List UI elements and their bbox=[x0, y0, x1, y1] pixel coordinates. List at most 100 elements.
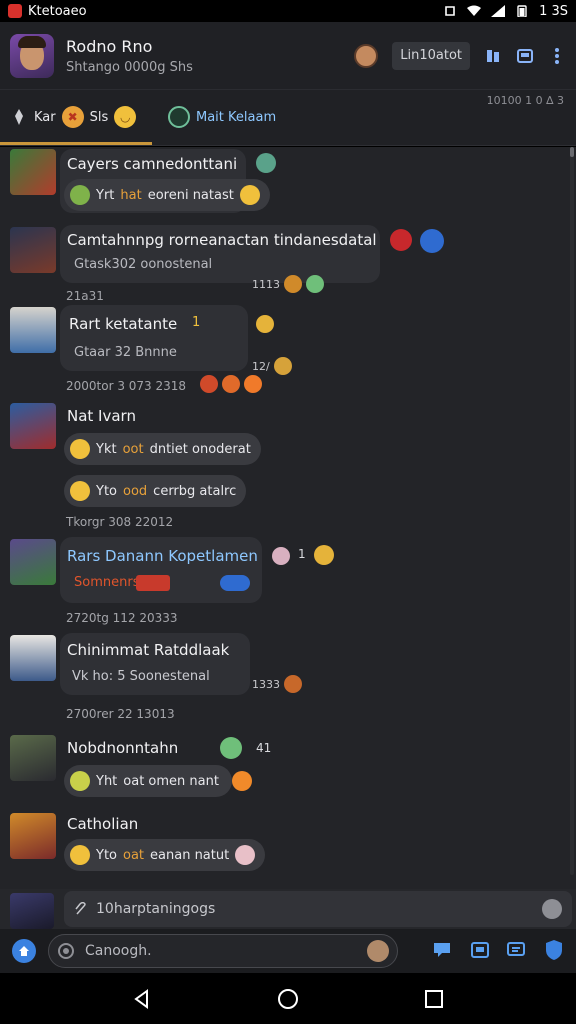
status-bar: Ktetoaeo 1 3S bbox=[0, 0, 576, 22]
battery-icon bbox=[517, 5, 527, 17]
message-input[interactable]: 10harptaningogs bbox=[64, 891, 572, 927]
timestamp-reactions[interactable] bbox=[200, 375, 262, 393]
message-text: Gtask302 oonostenal bbox=[74, 257, 213, 272]
reaction-emoji-icon bbox=[284, 275, 302, 293]
recents-icon[interactable] bbox=[422, 987, 446, 1011]
status-right: 1 3S bbox=[443, 4, 568, 19]
sender-name: Chinimmat Ratddlaak bbox=[67, 641, 230, 659]
reaction-emoji-icon bbox=[273, 357, 292, 375]
message-list[interactable]: Cayers camnedonttani Yrt hat eoreni nata… bbox=[0, 147, 576, 889]
face-emoji-icon bbox=[70, 771, 90, 791]
more-icon[interactable] bbox=[548, 47, 566, 65]
message-text-accent: oot bbox=[122, 441, 144, 457]
pin-icon bbox=[15, 109, 23, 125]
scrollbar-thumb[interactable] bbox=[570, 147, 574, 157]
attach-icon[interactable] bbox=[74, 902, 88, 916]
message-text: Gtaar 32 Bnnne bbox=[74, 345, 177, 360]
smile-emoji-icon bbox=[70, 845, 90, 865]
status-time: 1 3S bbox=[539, 3, 568, 19]
red-badge-icon bbox=[390, 229, 412, 251]
message-text-pill: Yto ood cerrbg atalrc bbox=[64, 475, 247, 507]
chat-header: Rodno Rno Shtango 0000g Shs Lin10atot bbox=[0, 22, 576, 90]
group-avatar[interactable] bbox=[10, 33, 54, 78]
reactions[interactable]: 1113 bbox=[252, 275, 324, 293]
tab-secondary[interactable]: Mait Kelaam bbox=[168, 106, 276, 128]
message-icon[interactable] bbox=[506, 941, 526, 959]
tab-main-label: Kar bbox=[34, 109, 56, 125]
bottom-toolbar: Canoogh. bbox=[0, 929, 576, 973]
message-text-accent: oat bbox=[123, 847, 145, 863]
tab-main-extra: Sls bbox=[89, 109, 109, 125]
header-titles[interactable]: Rodno Rno Shtango 0000g Shs bbox=[66, 37, 193, 75]
system-nav-bar bbox=[0, 973, 576, 1024]
search-placeholder: Canoogh. bbox=[85, 943, 152, 959]
send-icon[interactable] bbox=[542, 899, 562, 919]
verified-icon bbox=[420, 229, 444, 253]
sender-name: Nat Ivarn bbox=[67, 407, 136, 425]
status-app-name: Ktetoaeo bbox=[28, 3, 87, 19]
reaction-count: 41 bbox=[256, 741, 272, 755]
message-text-accent: Somnenrs bbox=[74, 575, 140, 590]
smile-emoji-icon bbox=[70, 439, 90, 459]
back-icon[interactable] bbox=[130, 987, 154, 1011]
message-text-accent: ood bbox=[123, 483, 148, 499]
message-text: dntiet onoderat bbox=[149, 441, 251, 457]
hearts-icon bbox=[220, 575, 250, 591]
reactions[interactable]: 1333 bbox=[252, 675, 302, 693]
window-icon[interactable] bbox=[470, 941, 490, 959]
alien-emoji-icon bbox=[256, 153, 276, 173]
message-text-prefix: Yrt bbox=[96, 187, 115, 203]
scrollbar-track[interactable] bbox=[570, 155, 574, 875]
profile-avatar[interactable] bbox=[367, 940, 389, 962]
tab-secondary-label: Mait Kelaam bbox=[196, 109, 277, 125]
face-emoji-icon bbox=[70, 185, 90, 205]
tab-count: 10100 1 0 ∆ 3 bbox=[486, 94, 564, 107]
reaction-count: 1113 bbox=[252, 277, 280, 291]
message-text: cerrbg atalrc bbox=[153, 483, 237, 499]
message-text-prefix: Yto bbox=[96, 847, 117, 863]
grin-emoji-icon bbox=[235, 845, 256, 865]
sender-name: Nobdnonntahn bbox=[67, 739, 179, 757]
shield-icon[interactable] bbox=[544, 939, 564, 961]
message-text-accent: hat bbox=[120, 187, 142, 203]
message-timestamp: Tkorgr 308 22012 bbox=[66, 515, 174, 529]
reactions[interactable]: 12/ bbox=[252, 357, 292, 375]
compose-row: 10harptaningogs bbox=[0, 889, 576, 929]
chat-icon[interactable] bbox=[432, 941, 452, 959]
bookmark-icon[interactable] bbox=[484, 47, 502, 65]
message-text-pill: Ykt oot dntiet onoderat bbox=[64, 433, 261, 465]
sender-avatar bbox=[10, 227, 56, 273]
message-text: eanan natut bbox=[150, 847, 230, 863]
reaction-emoji-icon bbox=[200, 375, 218, 393]
header-actions: Lin10atot bbox=[354, 41, 566, 70]
message-text-pill: Yht oat omen nant bbox=[64, 765, 232, 797]
search-field[interactable]: Canoogh. bbox=[48, 934, 398, 968]
message-text-prefix: Ykt bbox=[96, 441, 117, 457]
message-input-value: 10harptaningogs bbox=[96, 901, 216, 917]
sender-avatar bbox=[10, 307, 56, 353]
name-badge: 1 bbox=[192, 315, 201, 330]
user-avatar[interactable] bbox=[354, 43, 379, 68]
home-nav-icon[interactable] bbox=[276, 987, 300, 1011]
sender-name: Catholian bbox=[67, 815, 139, 833]
message-text-pill: Yto oat eanan natut bbox=[64, 839, 266, 871]
tab-active-indicator bbox=[0, 142, 152, 145]
sparkle-icon bbox=[256, 315, 274, 333]
message-text-pill: Yrt hat eoreni natast bbox=[64, 179, 270, 211]
sender-avatar bbox=[10, 149, 56, 195]
message-timestamp: 2000tor 3 073 2318 bbox=[66, 379, 187, 393]
message-text-prefix: Yht bbox=[96, 773, 118, 789]
tab-main[interactable]: Kar ✖ Sls ◡ bbox=[10, 106, 137, 128]
sender-avatar bbox=[10, 403, 56, 449]
grin-emoji-icon bbox=[239, 185, 260, 205]
message-text: eoreni natast bbox=[147, 187, 234, 203]
sender-avatar bbox=[10, 635, 56, 681]
header-action-button[interactable]: Lin10atot bbox=[392, 41, 470, 70]
home-icon[interactable] bbox=[12, 939, 36, 963]
smile-emoji-icon: ◡ bbox=[114, 106, 137, 128]
window-icon[interactable] bbox=[516, 47, 534, 65]
self-avatar bbox=[10, 893, 54, 929]
sender-name: Rars Danann Kopetlamen bbox=[67, 547, 258, 565]
reaction-emoji-icon bbox=[284, 675, 302, 693]
sender-name: Cayers camnedonttani bbox=[67, 155, 238, 173]
